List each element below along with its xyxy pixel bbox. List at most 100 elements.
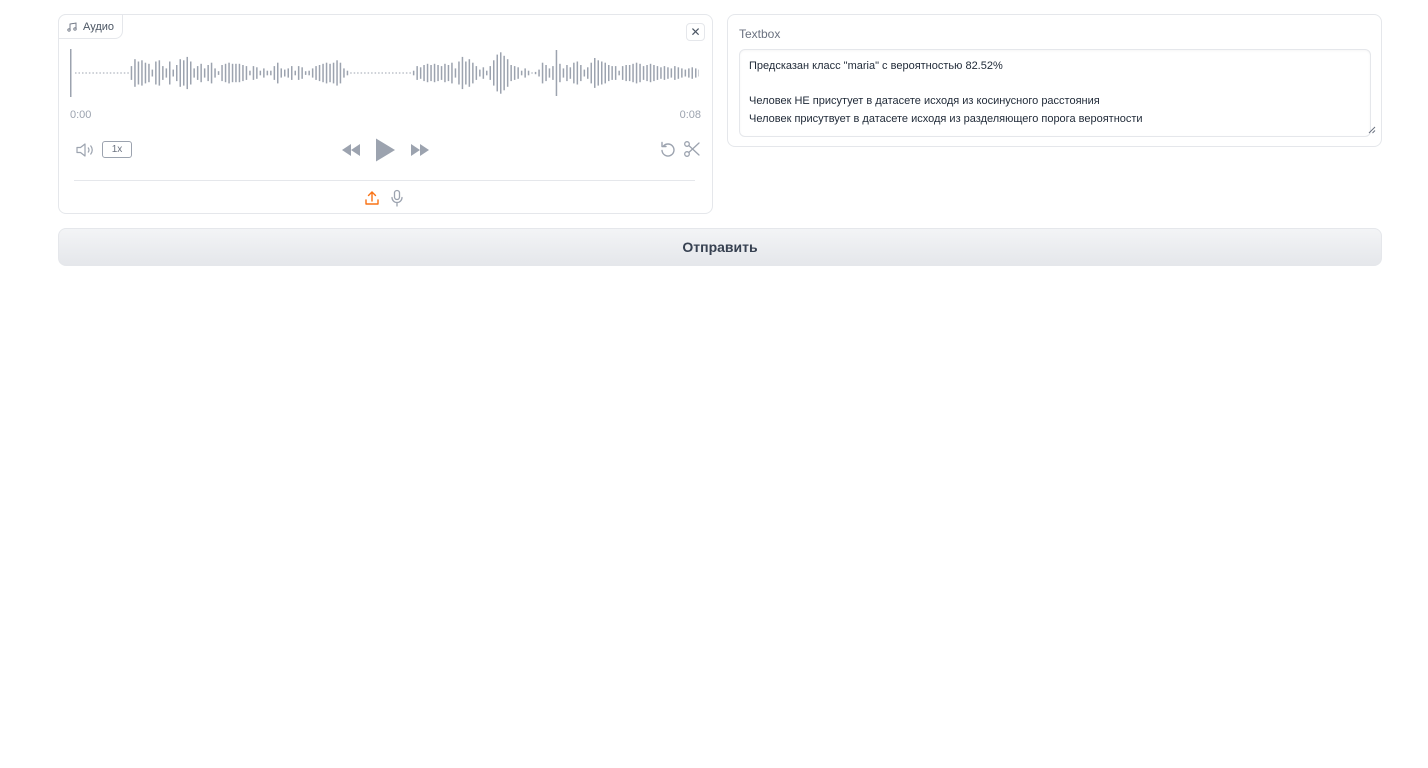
- waveform-bar: [329, 63, 331, 83]
- waveform-bar: [304, 71, 307, 75]
- waveform-bar: [291, 66, 293, 80]
- waveform-bar: [273, 66, 276, 80]
- waveform-bar: [691, 67, 693, 79]
- audio-label-text: Аудио: [83, 20, 115, 33]
- waveform-bar: [684, 69, 687, 77]
- waveform-bar: [667, 67, 669, 79]
- playhead-cursor[interactable]: [70, 49, 72, 97]
- waveform-bar: [270, 70, 272, 76]
- waveform-bar: [120, 72, 122, 74]
- microphone-source-button[interactable]: [388, 188, 406, 208]
- waveform-bar: [594, 58, 596, 88]
- music-note-icon: [67, 21, 77, 32]
- waveform-bar: [649, 63, 652, 83]
- waveform-bar: [284, 69, 286, 77]
- waveform-bar: [109, 72, 112, 74]
- waveform-bar: [454, 68, 457, 78]
- fast-forward-button[interactable]: [409, 141, 431, 159]
- waveform-bar: [350, 72, 352, 74]
- waveform-bar: [294, 70, 296, 76]
- playback-rate-button[interactable]: 1x: [102, 141, 132, 158]
- waveform-bar: [238, 63, 241, 83]
- waveform-bar: [618, 70, 620, 76]
- waveform-bar: [604, 62, 606, 84]
- waveform-bar: [531, 72, 533, 74]
- waveform-bar: [346, 70, 349, 76]
- waveform-bar: [141, 60, 143, 86]
- waveform-bar: [646, 65, 648, 82]
- waveform-bar: [444, 63, 446, 83]
- scissors-icon: [684, 141, 700, 157]
- waveform-bar: [277, 62, 279, 84]
- waveform-bar: [95, 72, 98, 74]
- waveform-bar: [228, 62, 230, 84]
- waveform-bar: [242, 65, 244, 82]
- waveform-bar: [357, 72, 359, 74]
- waveform-bar: [590, 62, 592, 84]
- waveform-bar: [426, 63, 429, 83]
- waveform-bar: [695, 68, 697, 78]
- waveform-bar: [670, 68, 673, 78]
- waveform-bar: [92, 72, 94, 74]
- waveform-bar: [322, 63, 324, 83]
- volume-button[interactable]: [74, 140, 96, 160]
- undo-trim-button[interactable]: [658, 139, 678, 159]
- trim-button[interactable]: [682, 139, 702, 159]
- rewind-button[interactable]: [340, 141, 362, 159]
- waveform-bar: [99, 72, 101, 74]
- waveform-bar: [419, 67, 422, 79]
- waveform-bar: [332, 62, 335, 84]
- resize-grip-icon[interactable]: [1368, 126, 1376, 134]
- play-icon: [376, 138, 395, 162]
- play-button[interactable]: [373, 136, 397, 164]
- current-time: 0:00: [70, 109, 92, 121]
- waveform-bar: [374, 72, 377, 74]
- waveform-bar: [249, 70, 251, 76]
- waveform-bar: [263, 68, 265, 78]
- waveform-bar: [172, 69, 174, 77]
- waveform-bar: [339, 62, 342, 84]
- waveform-bar: [489, 66, 491, 80]
- total-duration: 0:08: [679, 109, 701, 121]
- submit-button[interactable]: Отправить: [58, 228, 1382, 266]
- waveform-bar: [653, 65, 655, 82]
- waveform-bar: [472, 62, 474, 84]
- waveform-bar: [287, 68, 289, 78]
- waveform-bar: [632, 63, 634, 83]
- waveform-bar: [308, 70, 310, 76]
- waveform-bar: [207, 65, 209, 82]
- waveform-bar: [144, 62, 147, 84]
- waveform-bar: [280, 68, 282, 78]
- waveform-bar: [493, 60, 495, 86]
- waveform-bar: [500, 52, 502, 94]
- waveform-bar: [573, 62, 575, 84]
- waveform-bar: [506, 59, 509, 87]
- waveform-bar: [475, 66, 478, 80]
- waveform-bar: [576, 61, 579, 85]
- waveform-bar: [221, 65, 223, 82]
- waveform-bar: [214, 68, 216, 78]
- clear-audio-button[interactable]: ✕: [686, 23, 705, 41]
- undo-icon: [661, 141, 675, 157]
- audio-waveform[interactable]: [69, 49, 699, 97]
- waveform-bar: [513, 66, 516, 80]
- waveform-bar: [315, 66, 317, 80]
- waveform-bar: [608, 65, 610, 82]
- waveform-bar: [360, 72, 363, 74]
- waveform-bar: [392, 72, 394, 74]
- waveform-bar: [482, 67, 485, 79]
- waveform-bar: [524, 68, 526, 78]
- waveform-bar: [496, 54, 498, 92]
- waveform-bar: [179, 59, 181, 87]
- waveform-bar: [381, 72, 383, 74]
- waveform-bar: [343, 68, 345, 78]
- textbox-label: Textbox: [739, 27, 781, 41]
- waveform-bar: [674, 66, 676, 80]
- audio-component: Аудио ✕ 0:00 0:08 1x: [58, 14, 713, 214]
- waveform-bar: [318, 65, 321, 82]
- waveform-bar: [569, 67, 572, 79]
- upload-source-button[interactable]: [363, 188, 381, 208]
- waveform-bar: [447, 65, 450, 82]
- waveform-bar: [210, 62, 213, 84]
- textbox-output[interactable]: Предсказан класс "maria" с вероятностью …: [739, 49, 1371, 137]
